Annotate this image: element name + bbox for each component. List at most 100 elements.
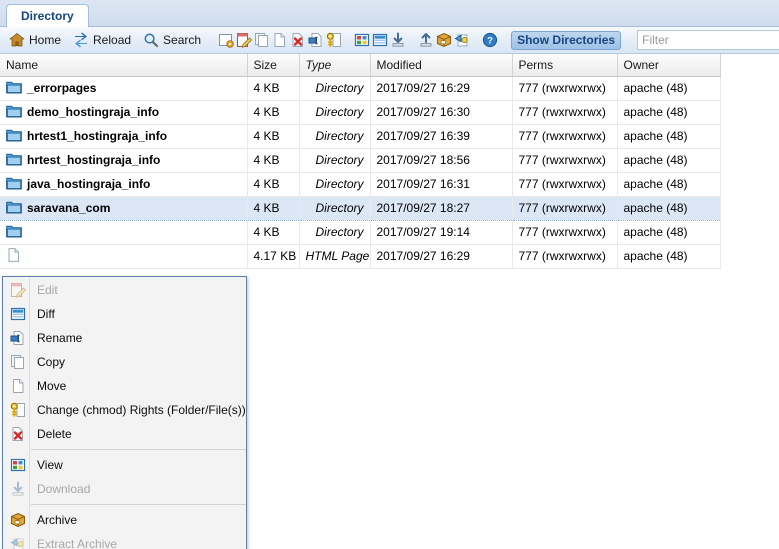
file-name-label: saravana_com bbox=[27, 201, 111, 215]
rename-icon bbox=[308, 32, 324, 48]
file-grid: Name Size Type Modified Perms Owner _err… bbox=[0, 54, 779, 549]
upload-button[interactable] bbox=[417, 29, 435, 51]
chmod-key-icon bbox=[7, 402, 29, 418]
cell-owner: apache (48) bbox=[617, 124, 721, 149]
reload-button[interactable]: Reload bbox=[67, 29, 137, 51]
cell-owner: apache (48) bbox=[617, 76, 721, 101]
cell-size: 4 KB bbox=[247, 195, 300, 221]
menu-item-label: Archive bbox=[37, 513, 78, 527]
table-row[interactable]: java_hostingraja_info 4 KB Directory 2017/0… bbox=[0, 172, 721, 197]
upload-icon bbox=[418, 32, 434, 48]
menu-item-copy[interactable]: Copy bbox=[3, 350, 246, 374]
cell-name[interactable] bbox=[0, 220, 248, 245]
table-row[interactable]: 4.17 KB HTML Page 2017/09/27 16:29 777 (rwx… bbox=[0, 244, 721, 269]
column-header-perms[interactable]: Perms bbox=[512, 54, 618, 77]
tab-directory[interactable]: Directory bbox=[6, 4, 89, 27]
download-button[interactable] bbox=[389, 29, 407, 51]
column-header-name[interactable]: Name bbox=[0, 54, 248, 77]
table-row[interactable]: hrtest1_hostingraja_info 4 KB Directory 201… bbox=[0, 124, 721, 149]
cell-name[interactable]: hrtest_hostingraja_info bbox=[0, 148, 248, 173]
cell-modified: 2017/09/27 16:30 bbox=[370, 100, 513, 125]
new-file-button[interactable] bbox=[271, 29, 289, 51]
cell-name[interactable]: _errorpages bbox=[0, 76, 248, 101]
delete-button[interactable] bbox=[289, 29, 307, 51]
folder-icon bbox=[6, 176, 22, 192]
file-name-label: demo_hostingraja_info bbox=[27, 105, 160, 119]
menu-item-archive[interactable]: Archive bbox=[3, 508, 246, 532]
table-row[interactable]: _errorpages 4 KB Directory 2017/09/27 16:29… bbox=[0, 76, 721, 101]
home-button[interactable]: Home bbox=[3, 29, 67, 51]
archive-button[interactable] bbox=[435, 29, 453, 51]
diff-button[interactable] bbox=[371, 29, 389, 51]
search-label: Search bbox=[163, 33, 202, 47]
view-icon bbox=[354, 32, 370, 48]
table-row[interactable]: hrtest_hostingraja_info 4 KB Directory 2017… bbox=[0, 148, 721, 173]
menu-item-view[interactable]: View bbox=[3, 453, 246, 477]
menu-item-rename[interactable]: Rename bbox=[3, 326, 246, 350]
cell-owner: apache (48) bbox=[617, 195, 721, 221]
search-button[interactable]: Search bbox=[137, 29, 207, 51]
menu-item-label: Copy bbox=[37, 355, 66, 369]
cell-name[interactable]: java_hostingraja_info bbox=[0, 172, 248, 197]
menu-item-label: Diff bbox=[37, 307, 55, 321]
menu-item-change-chmod-rights-folder-file-s[interactable]: Change (chmod) Rights (Folder/File(s)) bbox=[3, 398, 246, 422]
table-row[interactable]: saravana_com 4 KB Directory 2017/09/27 18:2… bbox=[0, 195, 721, 221]
cell-name[interactable]: saravana_com bbox=[0, 195, 248, 221]
table-header-row: Name Size Type Modified Perms Owner bbox=[0, 54, 721, 77]
rename-button[interactable] bbox=[307, 29, 325, 51]
menu-item-delete[interactable]: Delete bbox=[3, 422, 246, 446]
copy-button[interactable] bbox=[253, 29, 271, 51]
menu-item-move[interactable]: Move bbox=[3, 374, 246, 398]
extract-archive-icon bbox=[454, 32, 470, 48]
cell-size: 4 KB bbox=[247, 124, 300, 149]
reload-label: Reload bbox=[93, 33, 132, 47]
folder-icon bbox=[6, 152, 22, 168]
cell-type: Directory bbox=[299, 148, 371, 173]
folder-icon bbox=[6, 200, 22, 216]
reload-icon bbox=[73, 32, 89, 48]
edit-button[interactable] bbox=[235, 29, 253, 51]
copy-icon bbox=[254, 32, 270, 48]
new-file-icon bbox=[272, 32, 288, 48]
cell-modified: 2017/09/27 16:29 bbox=[370, 76, 513, 101]
cell-type: HTML Page bbox=[299, 244, 371, 269]
move-icon bbox=[7, 378, 29, 394]
folder-icon bbox=[6, 128, 22, 144]
archive-icon bbox=[436, 32, 452, 48]
cell-perms: 777 (rwxrwxrwx) bbox=[512, 124, 618, 149]
download-icon bbox=[7, 481, 29, 497]
file-name-label: hrtest1_hostingraja_info bbox=[27, 129, 168, 143]
column-header-modified[interactable]: Modified bbox=[370, 54, 513, 77]
show-directories-button[interactable]: Show Directories bbox=[511, 30, 622, 50]
new-folder-button[interactable] bbox=[217, 29, 235, 51]
edit-icon bbox=[236, 32, 252, 48]
column-header-type[interactable]: Type bbox=[299, 54, 371, 77]
menu-item-diff[interactable]: Diff bbox=[3, 302, 246, 326]
cell-name[interactable]: hrtest1_hostingraja_info bbox=[0, 124, 248, 149]
help-button[interactable]: ? bbox=[481, 29, 499, 51]
folder-icon bbox=[6, 104, 22, 120]
download-icon bbox=[390, 32, 406, 48]
cell-name[interactable] bbox=[0, 244, 248, 269]
extract-archive-icon bbox=[7, 536, 29, 549]
cell-modified: 2017/09/27 16:29 bbox=[370, 244, 513, 269]
file-name-label: hrtest_hostingraja_info bbox=[27, 153, 161, 167]
filter-input[interactable] bbox=[637, 30, 779, 50]
menu-separator bbox=[31, 449, 246, 450]
cell-perms: 777 (rwxrwxrwx) bbox=[512, 172, 618, 197]
view-button[interactable] bbox=[353, 29, 371, 51]
cell-size: 4 KB bbox=[247, 76, 300, 101]
cell-type: Directory bbox=[299, 172, 371, 197]
cell-perms: 777 (rwxrwxrwx) bbox=[512, 100, 618, 125]
table-row[interactable]: demo_hostingraja_info 4 KB Directory 2017/0… bbox=[0, 100, 721, 125]
extract-archive-button[interactable] bbox=[453, 29, 471, 51]
cell-name[interactable]: demo_hostingraja_info bbox=[0, 100, 248, 125]
cell-modified: 2017/09/27 18:56 bbox=[370, 148, 513, 173]
column-header-size[interactable]: Size bbox=[247, 54, 300, 77]
chmod-button[interactable] bbox=[325, 29, 343, 51]
column-header-owner[interactable]: Owner bbox=[617, 54, 721, 77]
cell-perms: 777 (rwxrwxrwx) bbox=[512, 195, 618, 221]
menu-item-edit: Edit bbox=[3, 278, 246, 302]
table-row[interactable]: 4 KB Directory 2017/09/27 19:14 777 (rwxrwx… bbox=[0, 220, 721, 245]
cell-size: 4 KB bbox=[247, 148, 300, 173]
